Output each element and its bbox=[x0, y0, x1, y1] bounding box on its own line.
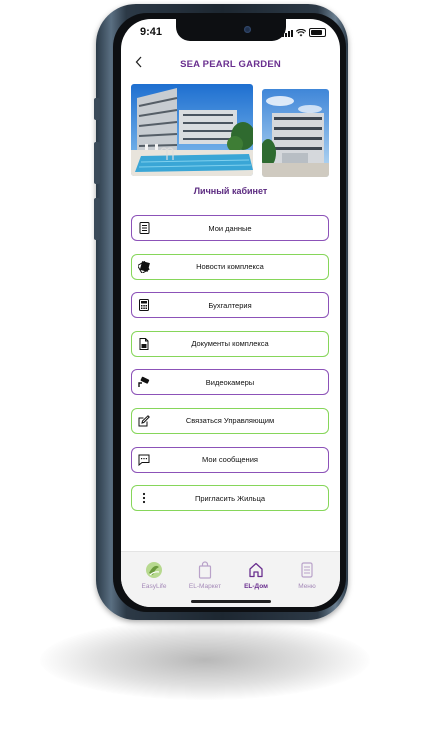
menu-item-my-data[interactable]: Мои данные bbox=[131, 215, 329, 241]
cellular-signal-icon bbox=[282, 30, 293, 37]
message-icon bbox=[138, 454, 150, 466]
menu-item-complex-news[interactable]: Новости комплекса bbox=[131, 253, 329, 280]
complex-photo-secondary[interactable] bbox=[262, 89, 329, 177]
document-list-icon bbox=[138, 222, 150, 234]
menu-item-label: Документы комплекса bbox=[191, 339, 269, 349]
menu-item-label: Бухгалтерия bbox=[208, 300, 252, 310]
battery-icon bbox=[309, 28, 326, 37]
menu-item-label: Связаться Управляющим bbox=[185, 416, 275, 426]
wifi-icon bbox=[296, 29, 306, 37]
home-icon bbox=[231, 560, 281, 580]
menu-item-accounting[interactable]: Бухгалтерия bbox=[131, 292, 329, 319]
home-indicator bbox=[191, 600, 271, 603]
nav-label: EasyLife bbox=[141, 583, 167, 590]
front-camera-icon bbox=[243, 26, 251, 33]
bottom-navigation: EasyLife EL-Маркет EL-Дом Меню bbox=[121, 551, 340, 607]
calculator-icon bbox=[138, 299, 150, 312]
menu-item-label: Видеокамеры bbox=[205, 377, 255, 387]
easylife-logo-icon bbox=[129, 560, 179, 580]
shopping-bag-icon bbox=[180, 560, 230, 580]
menu-item-label: Мои сообщения bbox=[202, 455, 258, 465]
newspaper-icon bbox=[138, 260, 150, 273]
edit-icon bbox=[138, 415, 150, 427]
notch bbox=[175, 19, 286, 41]
building-pool-image bbox=[131, 84, 253, 176]
phone-silent-switch bbox=[94, 98, 100, 120]
header: SEA PEARL GARDEN bbox=[121, 55, 340, 75]
page-title: SEA PEARL GARDEN bbox=[180, 59, 281, 70]
phone-volume-up bbox=[94, 142, 100, 184]
nav-item-el-market[interactable]: EL-Маркет bbox=[180, 560, 230, 590]
menu-item-complex-documents[interactable]: Документы комплекса bbox=[131, 330, 329, 357]
phone-shadow bbox=[40, 620, 370, 700]
menu-list-icon bbox=[282, 560, 332, 580]
building-facade-image bbox=[262, 89, 329, 177]
menu-item-my-messages[interactable]: Мои сообщения bbox=[131, 446, 329, 473]
cctv-camera-icon bbox=[138, 376, 150, 388]
more-vertical-icon bbox=[138, 492, 150, 504]
nav-item-easylife[interactable]: EasyLife bbox=[129, 560, 179, 590]
nav-item-el-home[interactable]: EL-Дом bbox=[231, 560, 281, 590]
nav-label: EL-Дом bbox=[244, 583, 268, 590]
menu-item-label: Новости комплекса bbox=[196, 262, 264, 272]
nav-item-menu[interactable]: Меню bbox=[282, 560, 332, 590]
section-title: Личный кабинет bbox=[193, 186, 268, 196]
status-icons bbox=[282, 28, 326, 37]
menu-item-label: Пригласить Жильца bbox=[194, 493, 266, 503]
nav-label: Меню bbox=[298, 583, 316, 590]
menu-item-contact-manager[interactable]: Связаться Управляющим bbox=[131, 407, 329, 434]
phone-volume-down bbox=[94, 198, 100, 240]
menu-item-label: Мои данные bbox=[208, 223, 252, 233]
file-icon bbox=[138, 337, 150, 350]
nav-label: EL-Маркет bbox=[188, 583, 222, 590]
account-menu: Мои данные Новости комплекса Бухгалтерия… bbox=[131, 215, 329, 524]
menu-item-video-cameras[interactable]: Видеокамеры bbox=[131, 369, 329, 396]
complex-photo-main[interactable] bbox=[131, 84, 253, 176]
status-time: 9:41 bbox=[140, 26, 163, 38]
menu-item-invite-resident[interactable]: Пригласить Жильца bbox=[131, 485, 329, 512]
app-screen: 9:41 SEA PEARL GARDEN Личный кабинет Мои… bbox=[121, 19, 340, 607]
